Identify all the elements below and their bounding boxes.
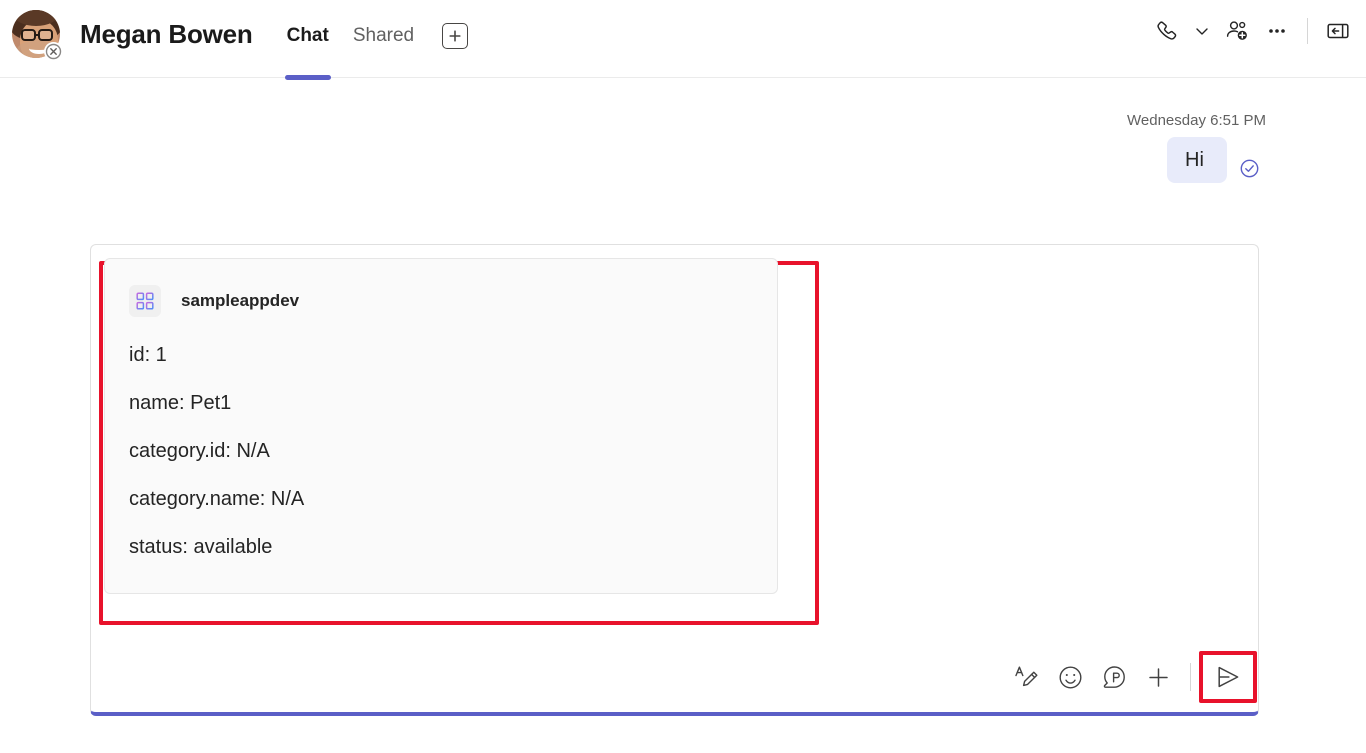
emoji-icon[interactable] bbox=[1048, 655, 1092, 699]
avatar-glasses-right bbox=[38, 29, 53, 41]
sticker-icon[interactable] bbox=[1092, 655, 1136, 699]
outgoing-message: Wednesday 6:51 PM Hi bbox=[0, 78, 1366, 183]
header-divider bbox=[1307, 18, 1308, 44]
toolbar-divider bbox=[1190, 663, 1191, 691]
read-receipt-icon bbox=[1239, 158, 1260, 179]
send-button[interactable] bbox=[1199, 651, 1257, 703]
card-field-category-id: category.id: N/A bbox=[129, 439, 753, 463]
compose-toolbar bbox=[1004, 642, 1258, 712]
more-options-icon[interactable] bbox=[1257, 11, 1297, 51]
header-actions bbox=[1147, 8, 1358, 54]
card-field-category-name: category.name: N/A bbox=[129, 487, 753, 511]
chat-header: Megan Bowen Chat Shared bbox=[0, 0, 1366, 78]
tab-chat[interactable]: Chat bbox=[275, 14, 341, 58]
tab-shared[interactable]: Shared bbox=[341, 14, 426, 58]
add-attachment-icon[interactable] bbox=[1136, 655, 1180, 699]
adaptive-card[interactable]: sampleappdev id: 1 name: Pet1 category.i… bbox=[104, 258, 778, 594]
plus-icon bbox=[448, 29, 462, 43]
avatar-glasses-bridge bbox=[36, 34, 40, 36]
card-field-status: status: available bbox=[129, 535, 753, 559]
format-text-icon[interactable] bbox=[1004, 655, 1048, 699]
message-bubble[interactable]: Hi bbox=[1167, 137, 1227, 183]
add-tab-button[interactable] bbox=[442, 23, 468, 49]
message-bubble-row: Hi bbox=[1167, 137, 1260, 183]
header-left-group: Megan Bowen Chat Shared bbox=[0, 0, 468, 62]
chat-tabs: Chat Shared bbox=[275, 3, 469, 65]
adaptive-card-header: sampleappdev bbox=[129, 285, 753, 317]
message-list: Wednesday 6:51 PM Hi bbox=[0, 78, 1366, 238]
adaptive-card-app-name: sampleappdev bbox=[181, 291, 299, 311]
call-icon[interactable] bbox=[1147, 11, 1187, 51]
avatar[interactable] bbox=[12, 10, 60, 58]
message-timestamp: Wednesday 6:51 PM bbox=[1127, 112, 1266, 129]
card-field-name: name: Pet1 bbox=[129, 391, 753, 415]
card-field-id: id: 1 bbox=[129, 343, 753, 367]
teams-chat-window: Megan Bowen Chat Shared bbox=[0, 0, 1366, 753]
apps-grid-icon bbox=[129, 285, 161, 317]
chevron-down-icon[interactable] bbox=[1187, 11, 1217, 51]
avatar-glasses-left bbox=[21, 29, 36, 41]
add-people-icon[interactable] bbox=[1217, 11, 1257, 51]
presence-offline-icon bbox=[44, 42, 63, 61]
message-compose-box[interactable]: sampleappdev id: 1 name: Pet1 category.i… bbox=[90, 244, 1259, 716]
open-side-panel-icon[interactable] bbox=[1318, 11, 1358, 51]
page-title: Megan Bowen bbox=[80, 19, 253, 50]
